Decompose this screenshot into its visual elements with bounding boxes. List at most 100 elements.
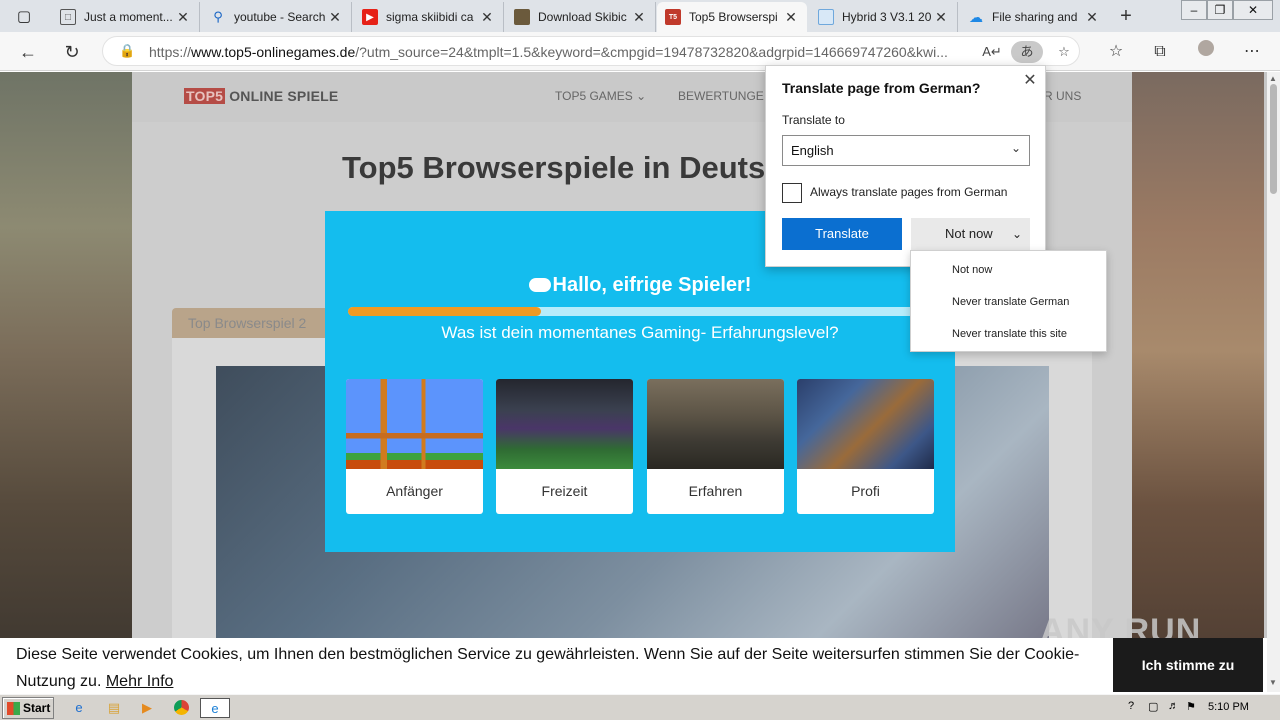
site-icon [514,9,530,25]
address-bar[interactable]: 🔒 https://www.top5-onlinegames.de/?utm_s… [102,36,1080,66]
right-background-art [1132,72,1264,692]
option-image [346,379,483,469]
flag-icon[interactable]: ⚑ [1186,700,1196,713]
option-profi[interactable]: Profi [797,379,934,514]
close-tab-icon[interactable]: ✕ [783,9,799,26]
more-options-icon[interactable]: ⋯ [1240,40,1264,64]
scroll-up-icon[interactable]: ▲ [1269,74,1277,83]
menu-item-never-translate-site[interactable]: Never translate this site [911,319,1106,349]
chevron-down-icon: ⌄ [1010,141,1021,155]
tab-strip: ▢ □ Just a moment... ✕ ⚲ youtube - Searc… [0,0,1280,32]
option-erfahren[interactable]: Erfahren [647,379,784,514]
tab-5-active[interactable]: T5 Top5 Browserspi ✕ [657,2,807,32]
tab-title: File sharing and [992,10,1078,24]
edge-icon[interactable]: e [200,698,230,718]
url-text[interactable]: https://www.top5-onlinegames.de/?utm_sou… [149,44,999,60]
translate-icon[interactable]: あ [1011,41,1043,63]
quiz-question: Was ist dein momentanes Gaming- Erfahrun… [441,323,839,342]
document-icon: □ [60,9,76,25]
youtube-icon: ▶ [362,9,378,25]
lock-icon[interactable]: 🔒 [119,43,135,59]
scroll-down-icon[interactable]: ▼ [1269,678,1277,687]
nav-top5-games[interactable]: TOP5 GAMES ⌄ [555,89,646,103]
option-label: Anfänger [386,483,443,499]
chevron-down-icon: ⌄ [1011,227,1022,241]
tab-7[interactable]: ☁ File sharing and ✕ [960,2,1108,32]
explorer-icon[interactable]: ▤ [103,698,125,718]
not-now-menu: Not now Never translate German Never tra… [910,250,1107,352]
read-aloud-icon[interactable]: A↵ [981,41,1003,63]
start-button[interactable]: Start [2,697,54,719]
tab-4[interactable]: Download Skibic ✕ [506,2,656,32]
option-image [647,379,784,469]
translate-title: Translate page from German? [782,80,981,96]
close-tab-icon[interactable]: ✕ [479,9,495,26]
close-tab-icon[interactable]: ✕ [175,9,191,26]
not-now-button[interactable]: Not now ⌄ [911,218,1030,250]
always-translate-checkbox[interactable] [782,183,802,203]
search-icon: ⚲ [213,9,223,24]
tab-title: Download Skibic [538,10,627,24]
always-translate-label: Always translate pages from German [810,185,1008,199]
volume-icon[interactable]: ♬ [1168,700,1179,712]
refresh-icon[interactable]: ↻ [59,39,85,65]
close-tab-icon[interactable]: ✕ [631,9,647,26]
close-window-button[interactable]: ✕ [1233,0,1273,20]
windows-taskbar: Start e ▤ ▶ e ? ▢ ♬ ⚑ 5:10 PM [0,694,1280,720]
scrollbar-thumb[interactable] [1270,84,1277,194]
translate-to-label: Translate to [782,113,845,127]
top5-icon: T5 [665,9,681,25]
add-favorite-icon[interactable]: ☆ [1053,41,1075,63]
new-tab-button[interactable]: + [1114,4,1138,28]
site-logo[interactable]: TOP5 ONLINE SPIELE [184,88,338,104]
close-tab-icon[interactable]: ✕ [933,9,949,26]
option-image [496,379,633,469]
page-title: Top5 Browserspiele in Deutsc [342,150,783,185]
tab-1[interactable]: □ Just a moment... ✕ [52,2,200,32]
menu-item-not-now[interactable]: Not now [911,255,1106,285]
ie-icon[interactable]: e [68,698,90,718]
more-info-link[interactable]: Mehr Info [106,673,174,690]
close-icon[interactable]: ✕ [1021,72,1039,90]
option-anfaenger[interactable]: Anfänger [346,379,483,514]
browser-toolbar: ← ↻ 🔒 https://www.top5-onlinegames.de/?u… [0,32,1280,71]
close-tab-icon[interactable]: ✕ [1084,9,1100,26]
tab-title: youtube - Search [234,10,326,24]
favorites-icon[interactable]: ☆ [1104,40,1128,64]
quiz-progress-bar [348,307,932,316]
minimize-button[interactable]: – [1181,0,1207,20]
cloud-icon: ☁ [969,8,983,25]
option-freizeit[interactable]: Freizeit [496,379,633,514]
tab-title: Hybrid 3 V3.1 20 [842,10,932,24]
quiz-title: Hallo, eifrige Spieler! [325,274,955,297]
help-icon[interactable]: ? [1128,700,1134,712]
translate-button[interactable]: Translate [782,218,902,250]
tab-6[interactable]: Hybrid 3 V3.1 20 ✕ [810,2,958,32]
collections-icon[interactable]: ⧉ [1148,40,1172,64]
gamepad-icon [528,278,551,292]
tab-title: Just a moment... [84,10,173,24]
accept-cookies-button[interactable]: Ich stimme zu [1113,638,1263,692]
nav-bewertungen[interactable]: BEWERTUNGE [678,89,764,103]
close-tab-icon[interactable]: ✕ [327,9,343,26]
language-select[interactable]: English ⌄ [782,135,1030,166]
profile-avatar-icon[interactable] [1194,40,1218,64]
option-label: Profi [851,483,880,499]
back-icon[interactable]: ← [15,39,41,65]
system-tray: ? ▢ ♬ ⚑ 5:10 PM [1128,698,1278,718]
tab-actions-icon[interactable]: ▢ [8,4,40,28]
translate-popup: Translate page from German? ✕ Translate … [765,65,1046,267]
media-player-icon[interactable]: ▶ [136,698,158,718]
page-scrollbar[interactable]: ▲ ▼ [1267,72,1280,692]
left-background-art [0,72,132,692]
windows-flag-icon [7,702,20,715]
tab-title: sigma skiibidi ca [386,10,474,24]
tab-2[interactable]: ⚲ youtube - Search ✕ [202,2,352,32]
restore-button[interactable]: ❐ [1207,0,1233,20]
menu-item-never-translate-german[interactable]: Never translate German [911,287,1106,317]
cookie-text: Diese Seite verwendet Cookies, um Ihnen … [16,646,1080,690]
network-icon[interactable]: ▢ [1148,700,1158,713]
chrome-icon[interactable] [170,698,192,718]
tab-3[interactable]: ▶ sigma skiibidi ca ✕ [354,2,504,32]
section-tab[interactable]: Top Browserspiel 2 [172,308,332,338]
